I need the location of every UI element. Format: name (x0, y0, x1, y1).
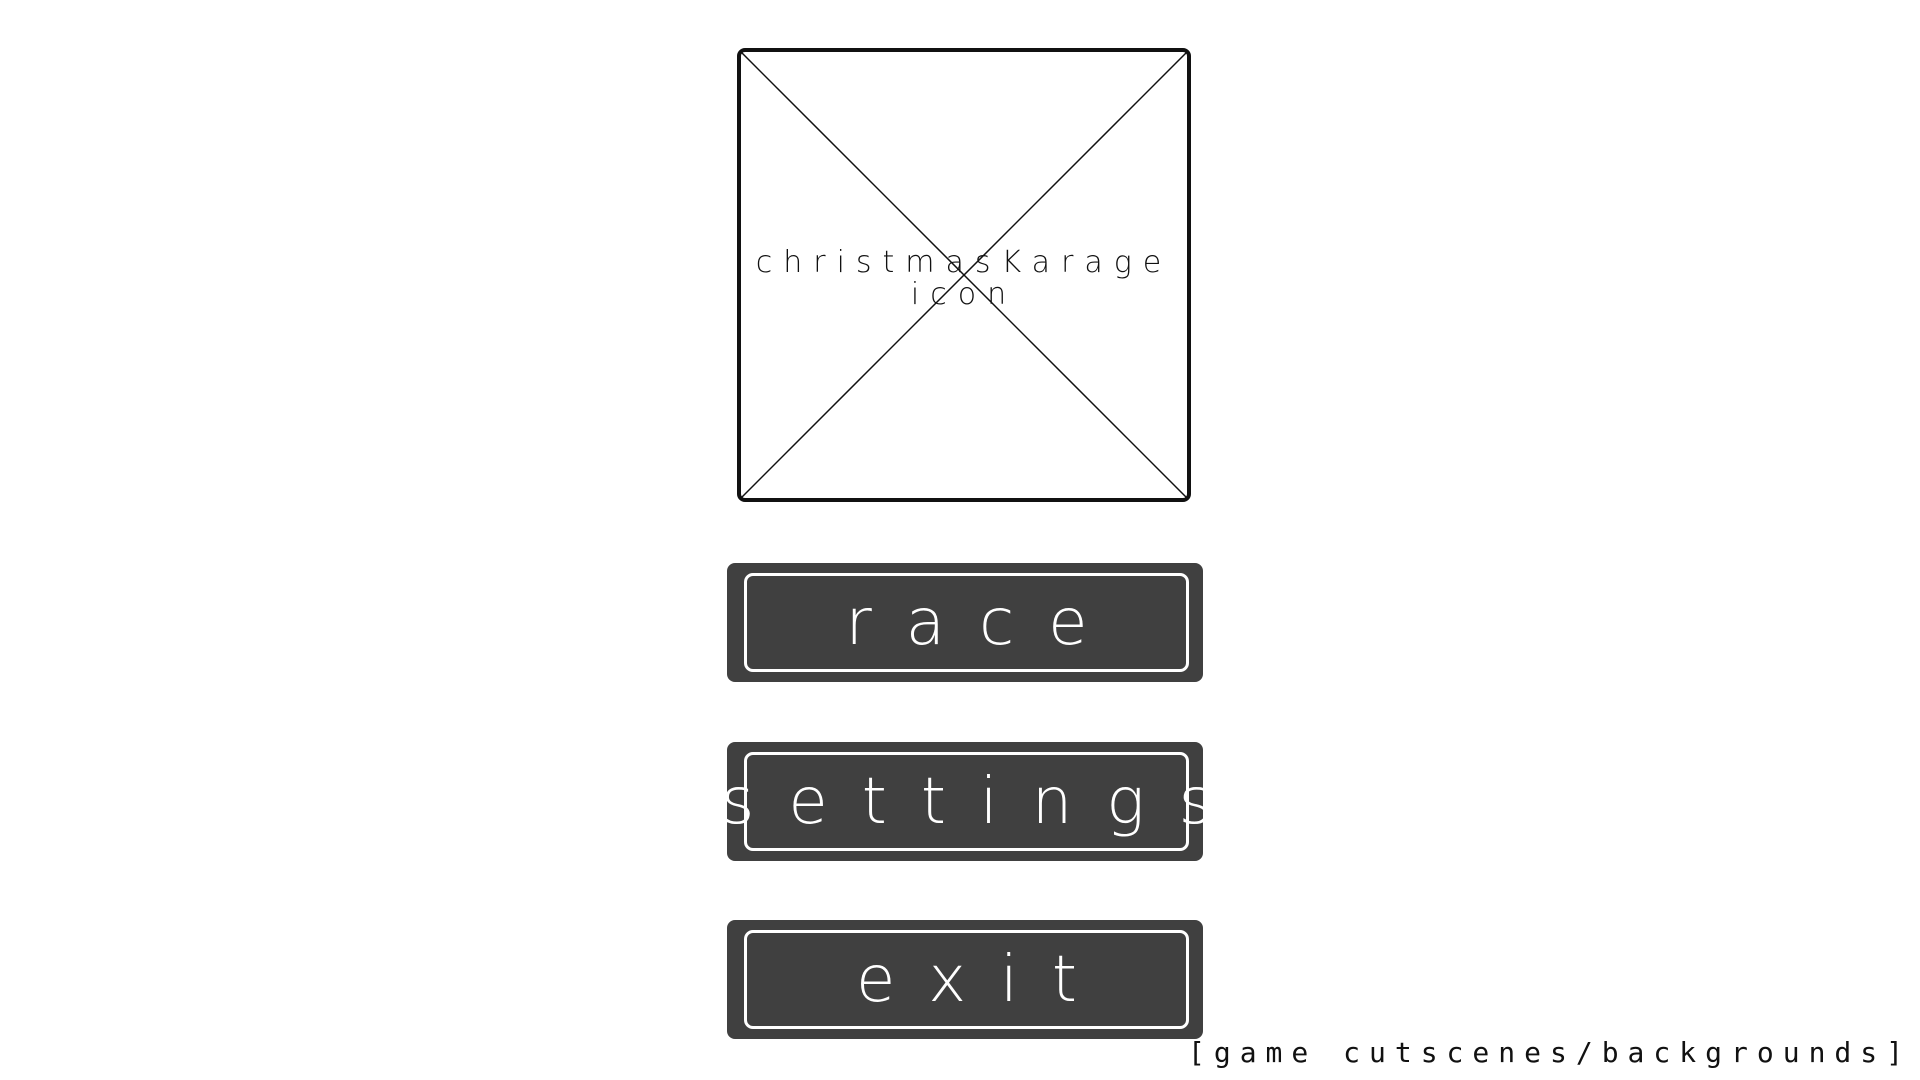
exit-button-label: exit (856, 942, 1111, 1017)
main-menu-screen: christmasKarage icon race settings exit … (0, 0, 1920, 1080)
exit-button-frame: exit (744, 930, 1189, 1029)
settings-button-label: settings (721, 764, 1246, 839)
settings-button-frame: settings (721, 752, 1212, 851)
race-button-frame: race (744, 573, 1189, 672)
exit-button[interactable]: exit (727, 920, 1203, 1039)
race-button-label: race (845, 585, 1122, 660)
settings-button[interactable]: settings (721, 742, 1212, 861)
race-button[interactable]: race (727, 563, 1203, 682)
logo-title: christmasKarage (755, 245, 1173, 280)
background-note: [game cutscenes/backgrounds] (1187, 1036, 1912, 1069)
logo-subtitle: icon (910, 277, 1018, 312)
game-logo-placeholder: christmasKarage icon (737, 48, 1191, 502)
logo-caption: christmasKarage icon (741, 247, 1187, 311)
